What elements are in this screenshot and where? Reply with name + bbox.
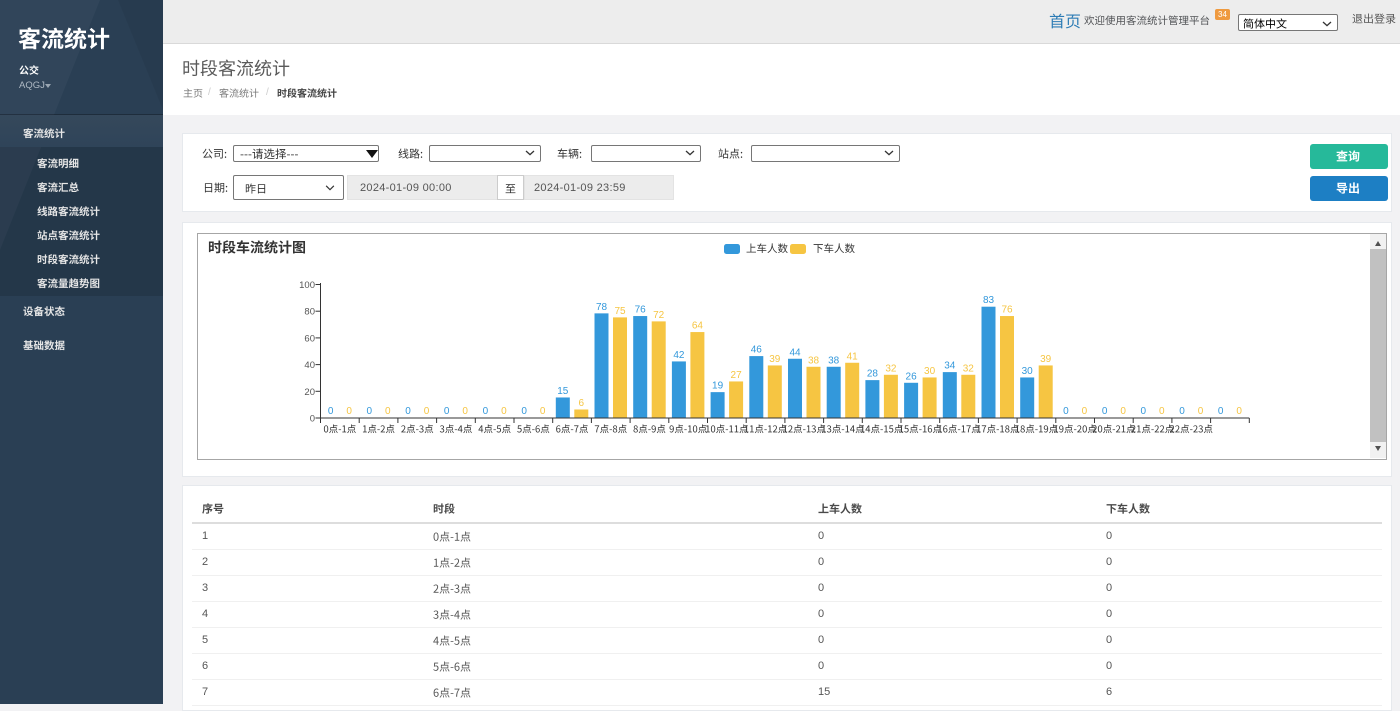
svg-text:76: 76 <box>1001 305 1013 316</box>
svg-text:41: 41 <box>847 351 859 362</box>
svg-text:27: 27 <box>731 370 743 381</box>
svg-text:0: 0 <box>1141 406 1147 417</box>
svg-text:0: 0 <box>1063 406 1069 417</box>
svg-text:76: 76 <box>635 305 647 316</box>
svg-text:0: 0 <box>1198 406 1204 417</box>
svg-text:0: 0 <box>310 414 315 425</box>
svg-text:0: 0 <box>385 406 391 417</box>
svg-text:34: 34 <box>944 361 956 372</box>
svg-text:0: 0 <box>483 406 489 417</box>
svg-text:0: 0 <box>1236 406 1242 417</box>
svg-text:60: 60 <box>304 333 315 344</box>
svg-text:0: 0 <box>1082 406 1088 417</box>
svg-text:40: 40 <box>304 360 315 371</box>
svg-text:0: 0 <box>328 406 334 417</box>
svg-text:42: 42 <box>673 350 685 361</box>
svg-text:6: 6 <box>579 398 585 409</box>
svg-text:0: 0 <box>521 406 527 417</box>
svg-text:0: 0 <box>1102 406 1108 417</box>
svg-text:0: 0 <box>501 406 507 417</box>
svg-text:26: 26 <box>906 371 918 382</box>
svg-text:83: 83 <box>983 295 995 306</box>
svg-text:28: 28 <box>867 369 879 380</box>
svg-text:0: 0 <box>540 406 546 417</box>
svg-text:0: 0 <box>1120 406 1126 417</box>
svg-text:80: 80 <box>304 307 315 318</box>
svg-text:0: 0 <box>1159 406 1165 417</box>
svg-text:20: 20 <box>304 387 315 398</box>
svg-text:0: 0 <box>424 406 430 417</box>
svg-text:39: 39 <box>1040 354 1052 365</box>
svg-text:44: 44 <box>789 347 801 358</box>
svg-text:100: 100 <box>299 280 315 291</box>
svg-text:0: 0 <box>367 406 373 417</box>
svg-text:0: 0 <box>462 406 468 417</box>
svg-text:75: 75 <box>614 306 626 317</box>
svg-text:0: 0 <box>1179 406 1185 417</box>
svg-text:64: 64 <box>692 321 704 332</box>
svg-text:0: 0 <box>405 406 411 417</box>
svg-text:0: 0 <box>444 406 450 417</box>
svg-text:78: 78 <box>596 302 608 313</box>
svg-text:46: 46 <box>751 345 763 356</box>
svg-text:19: 19 <box>712 381 724 392</box>
svg-text:30: 30 <box>1022 366 1034 377</box>
svg-text:38: 38 <box>828 355 840 366</box>
svg-text:39: 39 <box>769 354 781 365</box>
svg-text:0: 0 <box>1218 406 1224 417</box>
svg-text:30: 30 <box>924 366 936 377</box>
svg-text:32: 32 <box>963 363 975 374</box>
svg-text:38: 38 <box>808 355 820 366</box>
svg-text:0: 0 <box>346 406 352 417</box>
svg-text:15: 15 <box>557 386 569 397</box>
svg-text:72: 72 <box>653 310 665 321</box>
svg-text:32: 32 <box>885 363 897 374</box>
